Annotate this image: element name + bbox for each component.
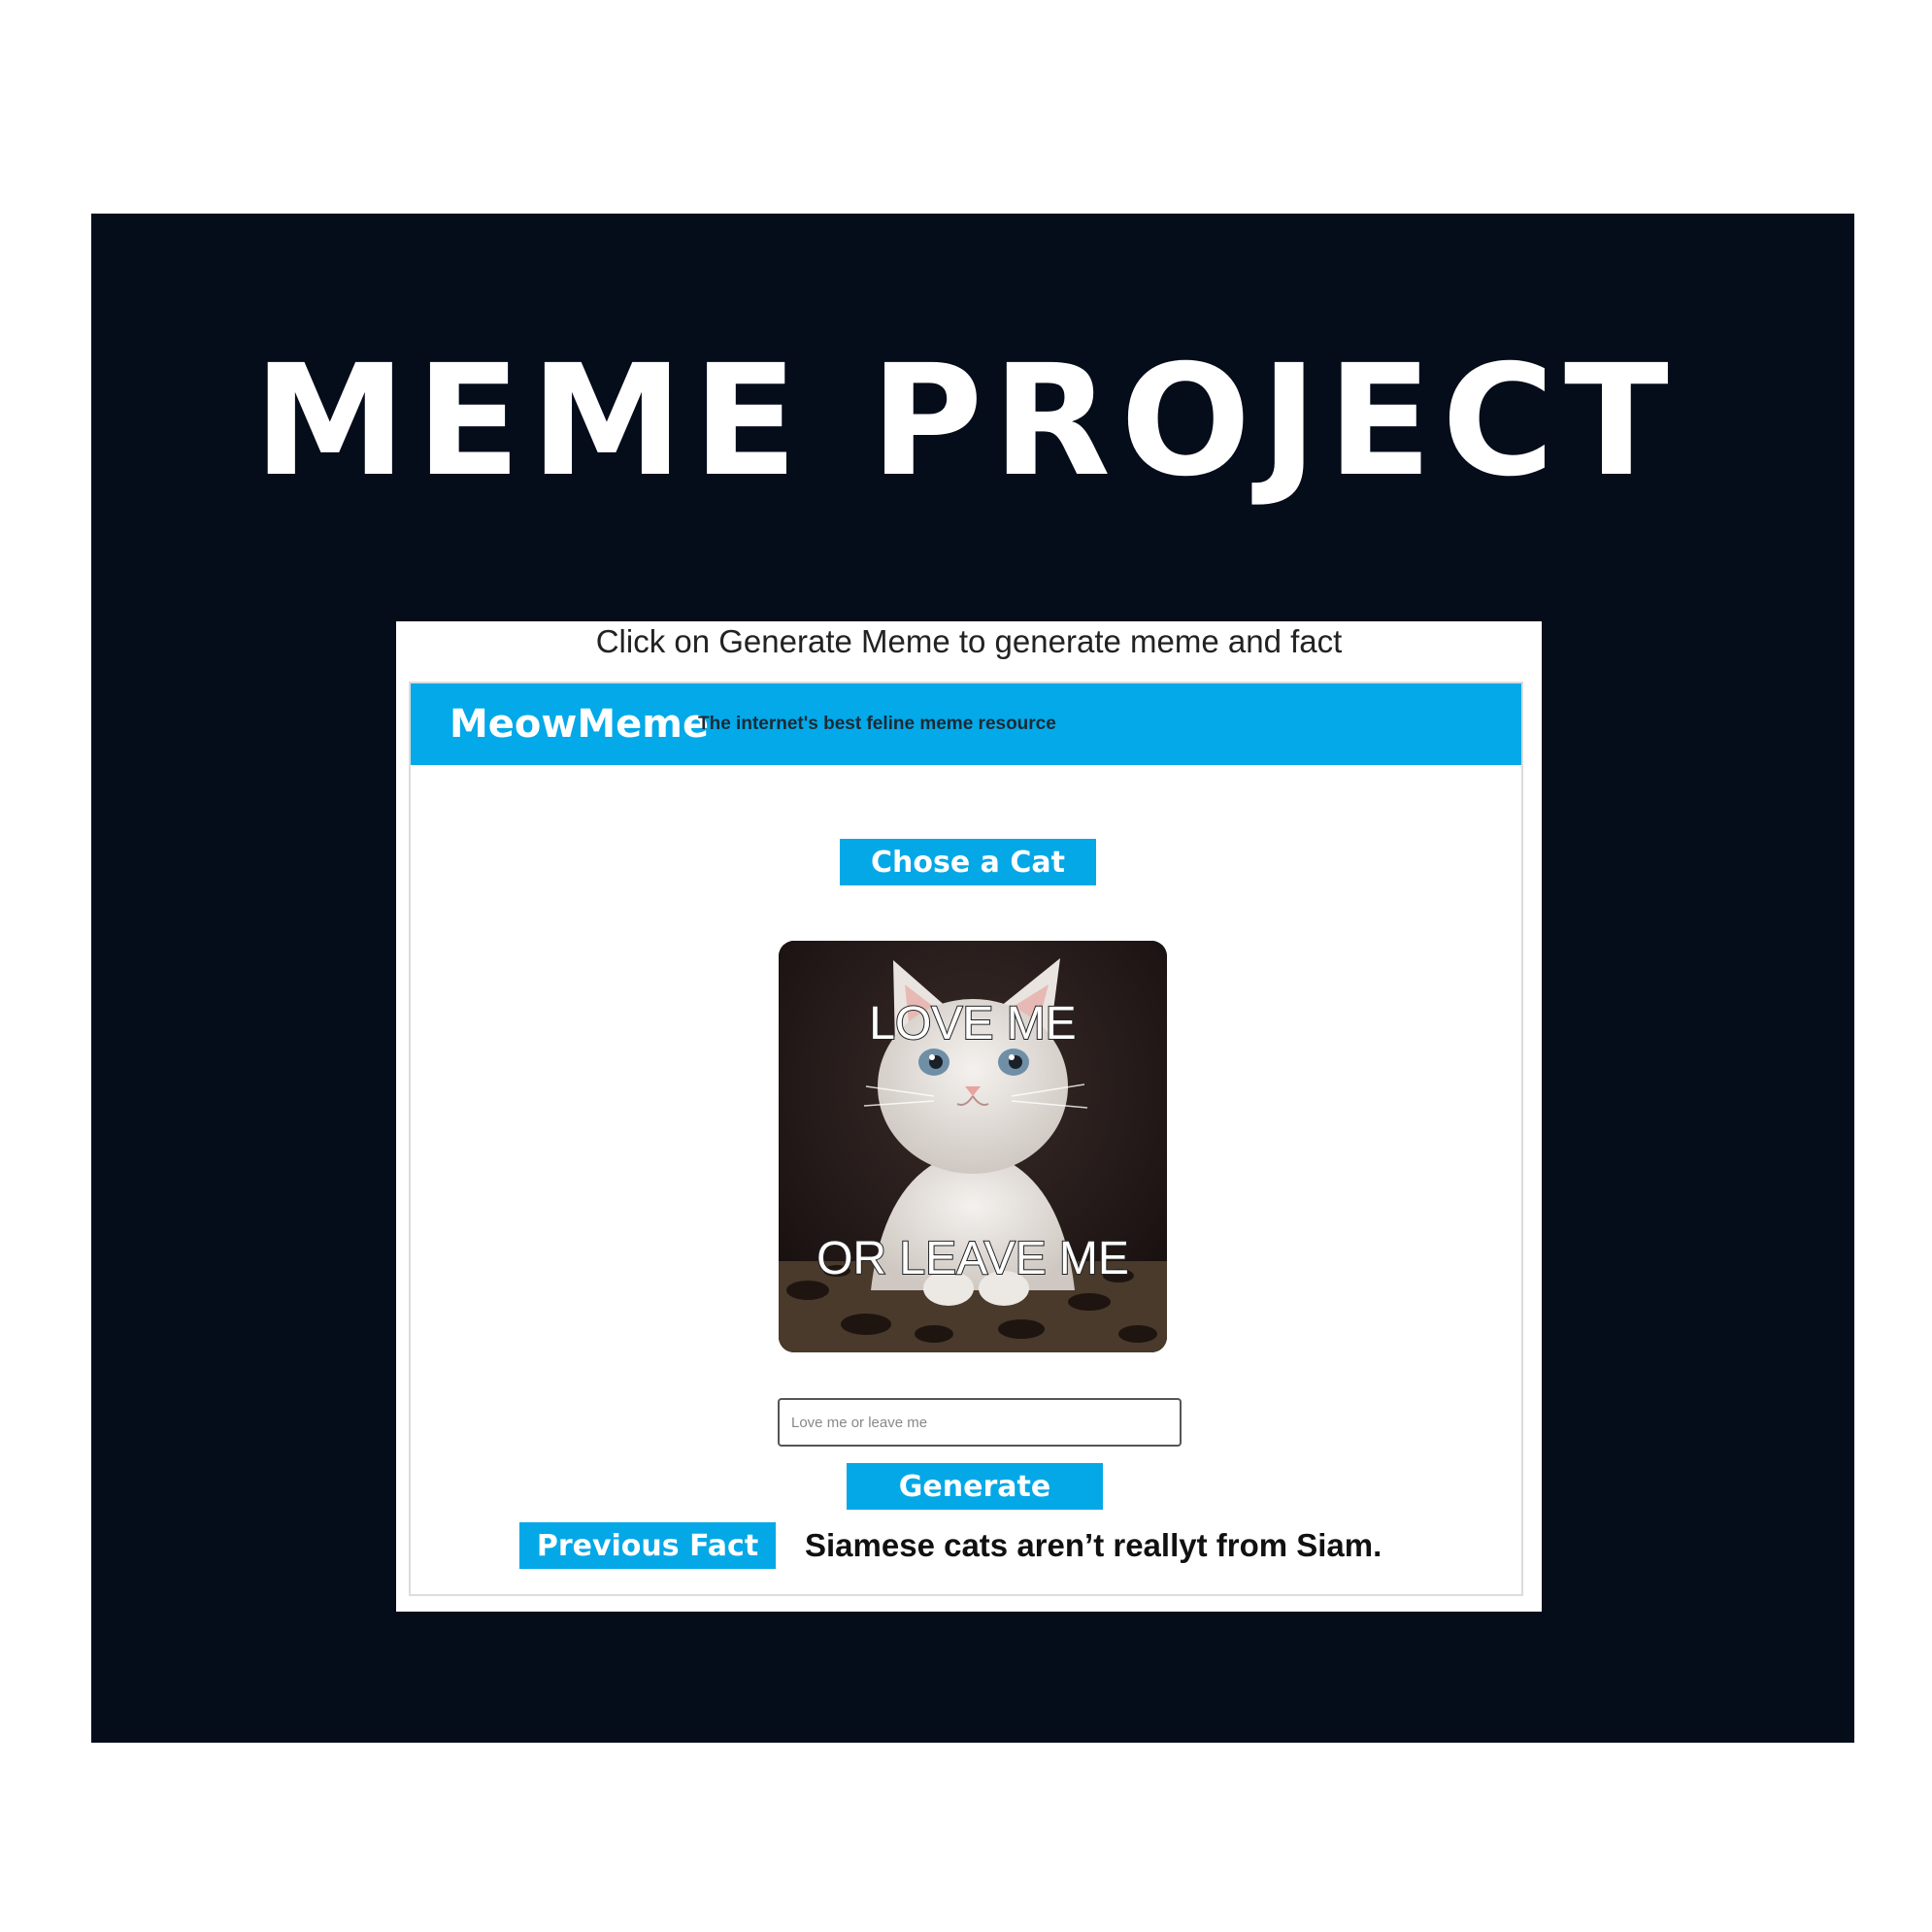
app-screenshot: Click on Generate Meme to generate meme …	[396, 621, 1542, 1612]
choose-cat-button[interactable]: Chose a Cat	[840, 839, 1096, 885]
meme-image: LOVE ME OR LEAVE ME	[779, 941, 1167, 1352]
brand-tagline: The internet's best feline meme resource	[698, 714, 1056, 734]
meme-top-text: LOVE ME	[868, 998, 1077, 1050]
app-header: MeowMeme The internet's best feline meme…	[411, 683, 1521, 765]
instruction-text: Click on Generate Meme to generate meme …	[595, 623, 1343, 659]
app-frame: MeowMeme The internet's best feline meme…	[409, 682, 1523, 1596]
project-title: MEME PROJECT	[253, 332, 1679, 511]
meme-bottom-text: OR LEAVE ME	[816, 1233, 1130, 1285]
previous-fact-button[interactable]: Previous Fact	[519, 1522, 776, 1569]
meme-text-input[interactable]	[778, 1398, 1182, 1447]
cat-fact-text: Siamese cats aren’t reallyt from Siam.	[805, 1527, 1382, 1563]
brand-logo[interactable]: MeowMeme	[450, 703, 709, 746]
generate-meme-button[interactable]: Generate Meme	[847, 1463, 1103, 1550]
